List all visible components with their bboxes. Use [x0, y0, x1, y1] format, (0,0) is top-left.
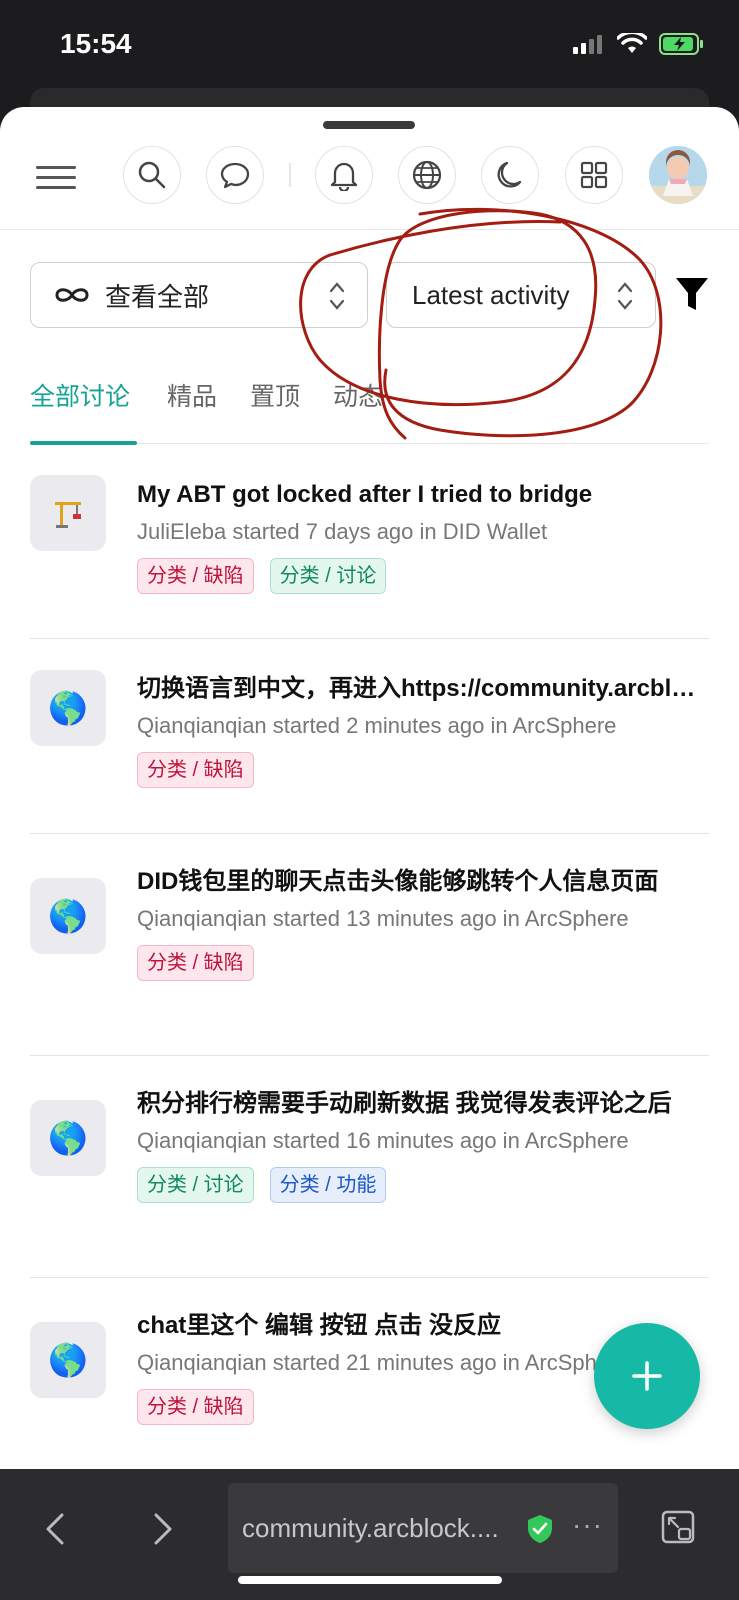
- discussion-meta: Qianqianqian started 13 minutes ago in A…: [137, 906, 629, 931]
- tab-pinned[interactable]: 置顶: [250, 377, 300, 413]
- board-icon: 🌎: [30, 1322, 106, 1398]
- tab-activity[interactable]: 动态: [333, 377, 383, 413]
- signal-icon: [573, 35, 602, 54]
- board-icon: 🌎: [30, 1100, 106, 1176]
- wifi-icon: [617, 33, 647, 53]
- back-icon[interactable]: [42, 1511, 68, 1547]
- tab-all[interactable]: 全部讨论: [30, 377, 130, 413]
- apps-icon: [580, 161, 608, 189]
- discussion-meta: Qianqianqian started 2 minutes ago in Ar…: [137, 713, 617, 738]
- search-icon: [138, 161, 166, 189]
- list-item[interactable]: 🌎 积分排行榜需要手动刷新数据 我觉得发表评论之后 Qianqianqian s…: [30, 1056, 709, 1278]
- discussion-list: My ABT got locked after I tried to bridg…: [30, 444, 709, 1469]
- discussion-title[interactable]: 切换语言到中文，再进入https://community.arcblock.io: [137, 674, 709, 704]
- notifications-button[interactable]: [315, 146, 373, 204]
- filter-icon[interactable]: [675, 277, 709, 313]
- tag-bug[interactable]: 分类 / 缺陷: [137, 752, 254, 788]
- tag-bug[interactable]: 分类 / 缺陷: [137, 1389, 254, 1425]
- avatar[interactable]: [649, 146, 707, 204]
- list-item[interactable]: 🌎 切换语言到中文，再进入https://community.arcblock.…: [30, 639, 709, 834]
- tab-featured[interactable]: 精品: [167, 377, 217, 413]
- forward-icon[interactable]: [150, 1511, 176, 1547]
- tag-bug[interactable]: 分类 / 缺陷: [137, 558, 254, 594]
- status-time: 15:54: [60, 28, 132, 59]
- bell-icon: [330, 162, 358, 191]
- top-toolbar: [0, 135, 739, 225]
- discussion-title[interactable]: My ABT got locked after I tried to bridg…: [137, 480, 709, 510]
- board-icon: 🌎: [30, 670, 106, 746]
- sort-select-label: Latest activity: [412, 279, 570, 310]
- battery-icon: [659, 33, 703, 55]
- status-icons: [573, 32, 705, 56]
- category-select[interactable]: 查看全部: [30, 262, 368, 328]
- apps-button[interactable]: [565, 146, 623, 204]
- discussion-meta: Qianqianqian started 16 minutes ago in A…: [137, 1128, 629, 1153]
- discussion-title[interactable]: DID钱包里的聊天点击头像能够跳转个人信息页面: [137, 867, 709, 897]
- board-icon: [30, 475, 106, 551]
- discussion-meta: JuliEleba started 7 days ago in DID Wall…: [137, 519, 548, 544]
- board-icon: 🌎: [30, 878, 106, 954]
- shield-check-icon: [528, 1515, 552, 1543]
- forum-sheet: 查看全部 Latest activity 全部讨论 精品 置顶 动态 My AB…: [0, 107, 739, 1469]
- url-text: community.arcblock....: [242, 1513, 499, 1543]
- url-bar[interactable]: community.arcblock.... ···: [228, 1483, 618, 1573]
- sort-select[interactable]: Latest activity: [386, 262, 656, 328]
- plus-icon: [632, 1361, 662, 1391]
- home-indicator: [238, 1576, 502, 1584]
- chevron-updown-icon: [617, 282, 633, 310]
- crane-icon: [55, 502, 81, 528]
- list-item[interactable]: 🌎 DID钱包里的聊天点击头像能够跳转个人信息页面 Qianqianqian s…: [30, 834, 709, 1056]
- toolbar-divider: [0, 229, 739, 230]
- tag-discussion[interactable]: 分类 / 讨论: [137, 1167, 254, 1203]
- list-item[interactable]: My ABT got locked after I tried to bridg…: [30, 444, 709, 639]
- tag-feature[interactable]: 分类 / 功能: [269, 1167, 387, 1203]
- sheet-grabber[interactable]: [323, 121, 415, 129]
- moon-icon: [497, 161, 522, 188]
- discussion-title[interactable]: 积分排行榜需要手动刷新数据 我觉得发表评论之后: [137, 1089, 709, 1119]
- search-button[interactable]: [123, 146, 181, 204]
- tag-bug[interactable]: 分类 / 缺陷: [137, 945, 254, 981]
- menu-icon[interactable]: [36, 157, 76, 197]
- category-select-label: 查看全部: [105, 281, 210, 312]
- status-bar: 15:54: [0, 0, 739, 100]
- chat-icon: [220, 162, 250, 189]
- discussion-tabs: 全部讨论 精品 置顶 动态: [30, 369, 709, 445]
- globe-icon: [412, 160, 442, 190]
- more-options-icon[interactable]: ···: [572, 1509, 603, 1541]
- theme-button[interactable]: [481, 146, 539, 204]
- infinity-icon: [55, 288, 89, 302]
- picture-in-picture-icon[interactable]: [660, 1509, 696, 1545]
- avatar-image: [649, 146, 707, 204]
- toolbar-separator: [289, 163, 291, 187]
- new-discussion-button[interactable]: [594, 1323, 700, 1429]
- tag-discussion[interactable]: 分类 / 讨论: [269, 558, 387, 594]
- language-button[interactable]: [398, 146, 456, 204]
- chevron-updown-icon: [329, 282, 345, 310]
- chat-button[interactable]: [206, 146, 264, 204]
